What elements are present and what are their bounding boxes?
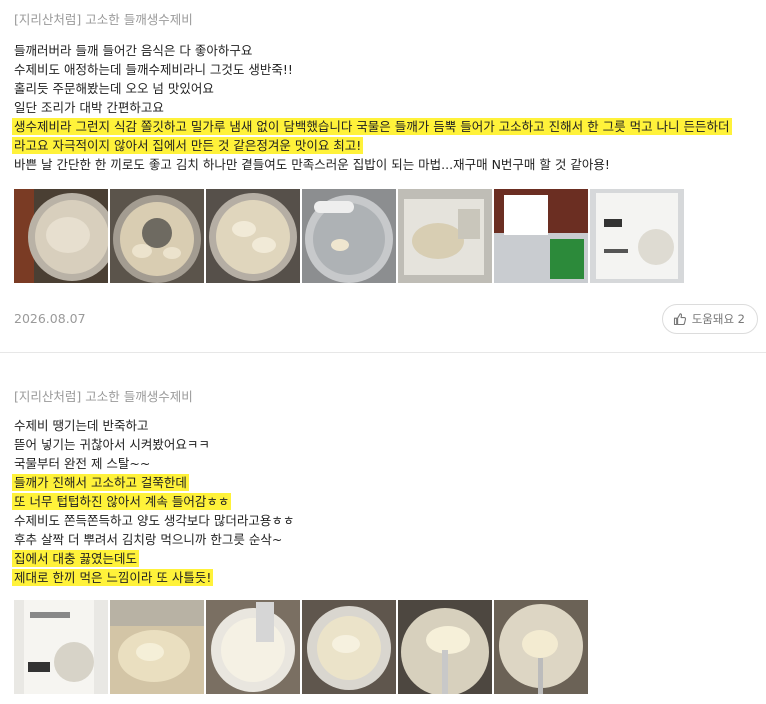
review-photo[interactable] — [206, 189, 300, 283]
review-line: 일단 조리가 대박 간편하고요 — [14, 100, 164, 115]
thumbs-up-icon — [673, 313, 686, 326]
review-photo-strip — [14, 189, 684, 283]
review-line-highlighted: 들깨가 진해서 고소하고 걸쭉한데 — [12, 474, 189, 491]
review-photo[interactable] — [302, 600, 396, 694]
review-body: 수제비 땡기는데 반죽하고 뜯어 넣기는 귀찮아서 시켜봤어요ㅋㅋ 국물부터 완… — [12, 416, 762, 587]
product-name[interactable]: [지리산처럼] 고소한 들깨생수제비 — [14, 386, 193, 405]
helpful-button[interactable]: 도움돼요 2 — [661, 304, 758, 334]
review-photo[interactable] — [494, 189, 588, 283]
review-photo[interactable] — [110, 189, 204, 283]
review-photo-strip — [14, 600, 588, 694]
review-line: 수제비도 쫀득쫀득하고 양도 생각보다 많더라고용ㅎㅎ — [14, 513, 295, 528]
review-line-highlighted: 라고요 자극적이지 않아서 집에서 만든 것 같은정겨운 맛이요 최고! — [12, 137, 364, 154]
review-line-highlighted: 제대로 한끼 먹은 느낌이라 또 사틀듯! — [12, 569, 214, 586]
review-line-highlighted: 또 너무 텁텁하진 않아서 계속 들어감ㅎㅎ — [12, 493, 232, 510]
review-photo[interactable] — [206, 600, 300, 694]
review-photo[interactable] — [398, 189, 492, 283]
review-line: 국물부터 완전 제 스탈~~ — [14, 456, 151, 471]
review-photo[interactable] — [110, 600, 204, 694]
review-line: 뜯어 넣기는 귀찮아서 시켜봤어요ㅋㅋ — [14, 437, 210, 452]
review-line: 바쁜 날 간단한 한 끼로도 좋고 김치 하나만 곁들여도 만족스러운 집밥이 … — [14, 157, 610, 172]
review-line: 후추 살짝 더 뿌려서 김치랑 먹으니까 한그릇 순삭~ — [14, 532, 283, 547]
review-line: 수제비 땡기는데 반죽하고 — [14, 418, 149, 433]
review-line: 홀리듯 주문해봤는데 오오 넘 맛있어요 — [14, 81, 214, 96]
review-date: 2026.08.07 — [14, 311, 86, 326]
review-photo[interactable] — [14, 189, 108, 283]
review-photo[interactable] — [494, 600, 588, 694]
review-photo[interactable] — [302, 189, 396, 283]
review-photo[interactable] — [398, 600, 492, 694]
review-line: 들깨러버라 들깨 들어간 음식은 다 좋아하구요 — [14, 43, 253, 58]
helpful-count: 도움돼요 2 — [691, 312, 745, 326]
review-body: 들깨러버라 들깨 들어간 음식은 다 좋아하구요 수제비도 애정하는데 들깨수제… — [12, 41, 762, 174]
review-photo[interactable] — [590, 189, 684, 283]
review-photo[interactable] — [14, 600, 108, 694]
product-name[interactable]: [지리산처럼] 고소한 들깨생수제비 — [14, 9, 193, 28]
review-line: 수제비도 애정하는데 들깨수제비라니 그것도 생반죽!! — [14, 62, 293, 77]
review-line-highlighted: 생수제비라 그런지 식감 쫄깃하고 밀가루 냄새 없이 담백했습니다 국물은 들… — [12, 118, 732, 135]
review-line-highlighted: 집에서 대충 끓였는데도 — [12, 550, 139, 567]
review-divider — [0, 352, 766, 353]
